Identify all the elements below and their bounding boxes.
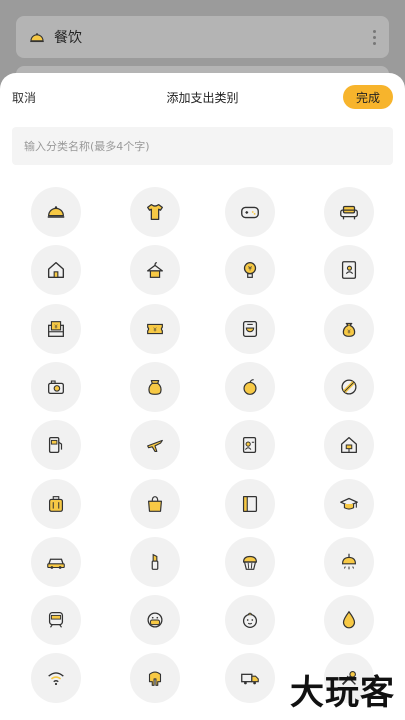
ceiling-lamp-icon [341, 553, 357, 570]
floppy-bag-icon [242, 320, 258, 337]
lipstick-icon [151, 553, 159, 570]
hanger-icon [147, 262, 163, 279]
category-icon-option[interactable] [324, 478, 374, 529]
gift-bag-icon [148, 379, 162, 395]
cloche-icon [47, 206, 65, 218]
cloche-icon [30, 33, 44, 43]
face-mask-icon [147, 612, 163, 628]
truck-icon [241, 674, 259, 685]
category-icon-option[interactable] [31, 245, 81, 296]
lightbulb-icon: ¥ [243, 262, 257, 279]
category-icon-option[interactable] [130, 478, 180, 529]
house-icon [47, 262, 65, 279]
category-item-dining[interactable]: 餐饮 [16, 16, 389, 58]
elephant-icon [148, 671, 162, 687]
category-icon-option[interactable] [324, 595, 374, 646]
category-icon-option[interactable] [31, 653, 81, 704]
watermark-text: 大玩客 [290, 673, 395, 713]
category-name-input[interactable] [12, 127, 393, 165]
category-icon-option[interactable]: ¥ [130, 303, 180, 354]
category-icon-option[interactable] [130, 187, 180, 237]
svg-text:¥: ¥ [248, 265, 252, 273]
category-icon-option[interactable] [130, 420, 180, 471]
category-icon-option[interactable] [130, 536, 180, 587]
sofa-icon [340, 205, 358, 220]
sheet-header: 取消 添加支出类别 完成 [0, 73, 405, 121]
category-icon-option[interactable] [324, 361, 374, 412]
wifi-icon [48, 672, 64, 686]
category-icon-option[interactable] [324, 536, 374, 587]
svg-text:¥: ¥ [54, 324, 58, 330]
category-icon-option[interactable] [130, 361, 180, 412]
baby-face-icon [242, 612, 258, 629]
category-icon-option[interactable] [225, 361, 275, 412]
shopping-bag-icon [147, 495, 163, 512]
category-icon-option[interactable] [225, 187, 275, 237]
category-icon-option[interactable] [130, 653, 180, 704]
category-icon-option[interactable] [225, 420, 275, 471]
apple-icon [243, 378, 257, 395]
contacts-book-icon [341, 261, 357, 280]
category-icon-option[interactable] [225, 303, 275, 354]
water-drop-icon [342, 610, 356, 629]
graduation-cap-icon [340, 497, 358, 510]
category-icon-option[interactable] [225, 536, 275, 587]
ball-icon [341, 379, 357, 395]
money-bag-icon: ¥ [342, 322, 356, 337]
airplane-icon [147, 440, 163, 453]
tshirt-icon [147, 204, 163, 220]
category-icon-option[interactable] [31, 361, 81, 412]
ticket-icon: ¥ [147, 323, 163, 334]
suitcase-icon [48, 495, 64, 512]
cupcake-icon [242, 555, 258, 570]
category-icon-option[interactable] [31, 420, 81, 471]
train-icon [48, 612, 64, 628]
id-card-icon [242, 437, 257, 454]
category-icon-option[interactable]: ¥ [225, 245, 275, 296]
svg-text:¥: ¥ [347, 329, 351, 335]
category-icon-option[interactable] [130, 245, 180, 296]
category-icon-option[interactable] [130, 595, 180, 646]
category-icon-option[interactable] [31, 187, 81, 237]
yen-box-icon: ¥ [48, 320, 64, 337]
gamepad-icon [241, 206, 259, 219]
add-category-sheet: 取消 添加支出类别 完成 ¥ ¥ ¥ ¥ [0, 73, 405, 720]
book-icon [242, 495, 258, 512]
category-icon-option[interactable] [31, 595, 81, 646]
more-options-icon[interactable] [371, 29, 377, 45]
done-button[interactable]: 完成 [343, 85, 393, 109]
category-icon-option[interactable] [324, 245, 374, 296]
category-icon-option[interactable] [324, 187, 374, 237]
svg-text:¥: ¥ [153, 327, 157, 333]
fuel-pump-icon [48, 437, 63, 454]
category-icon-option[interactable] [31, 478, 81, 529]
category-icon-option[interactable] [225, 653, 275, 704]
category-icon-option[interactable] [225, 478, 275, 529]
category-icon-option[interactable] [31, 536, 81, 587]
camera-icon [48, 380, 64, 394]
car-icon [47, 558, 65, 569]
home-renovation-icon [341, 437, 357, 454]
category-icon-option[interactable]: ¥ [324, 303, 374, 354]
category-icon-option[interactable] [324, 420, 374, 471]
category-item-label: 餐饮 [54, 30, 82, 46]
category-icon-option[interactable] [225, 595, 275, 646]
category-icon-option[interactable]: ¥ [31, 303, 81, 354]
